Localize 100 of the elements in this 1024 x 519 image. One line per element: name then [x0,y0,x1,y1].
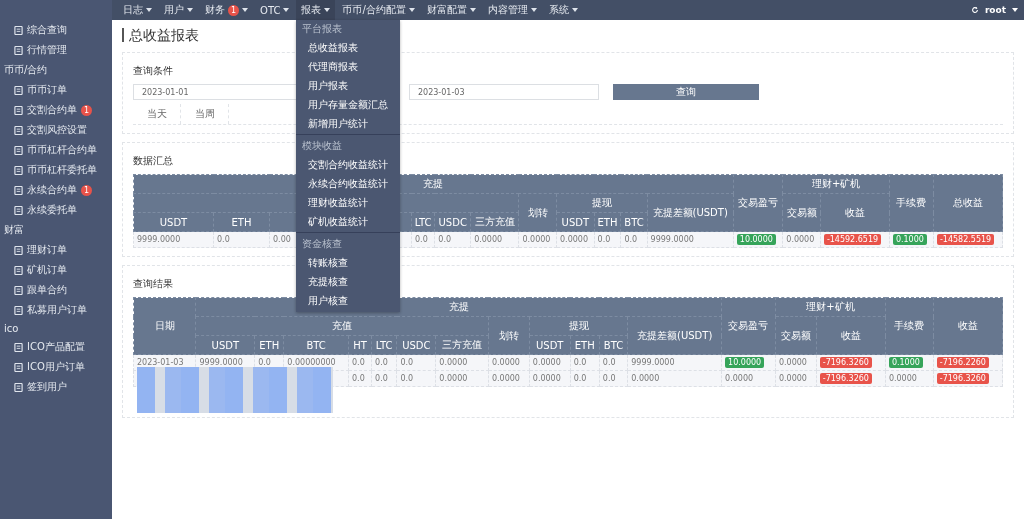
menu-item[interactable]: 理财收益统计 [308,197,369,208]
document-icon [14,245,23,255]
column-header: USDT [159,216,188,228]
sidebar-item[interactable]: 综合查询 [27,23,67,37]
caret-icon [187,8,193,12]
sidebar-item[interactable]: 跟单合约 [27,283,67,297]
column-header: USDC [402,339,431,351]
table-cell: 0.0000 [631,374,660,383]
caret-icon [530,8,537,12]
sidebar-item[interactable]: 交割合约单 [27,103,77,117]
sidebar-section-title: 财富 [3,223,25,237]
count-badge: 1 [81,184,93,196]
table-cell: 0.0000 [491,374,520,383]
sidebar-item[interactable]: 永续委托单 [27,203,77,217]
sidebar-item[interactable]: 私募用户订单 [27,303,87,317]
table-cell: 9999.0000 [137,235,181,244]
sidebar-item[interactable]: 矿机订单 [27,263,67,277]
sidebar-item[interactable]: 理财订单 [27,243,67,257]
document-icon [14,85,23,95]
nav-menu-item[interactable]: 日志 [118,0,157,20]
menu-section-title: 模块收益 [302,140,343,151]
period-tab[interactable]: 当天 [133,104,181,124]
sidebar-item[interactable]: 币币订单 [27,83,67,97]
document-icon [14,185,23,195]
menu-item[interactable]: 用户核查 [308,295,349,306]
column-header: 充值 [332,320,353,331]
table-cell: 0.0 [217,235,230,244]
document-icon [14,305,23,315]
sidebar-item[interactable]: 行情管理 [27,43,67,57]
value-badge: 0.1000 [892,234,927,245]
search-button[interactable]: 查询 [613,84,759,100]
nav-menu-item[interactable]: OTC [255,0,295,20]
nav-menu-item[interactable]: 报表 [296,0,336,20]
value-badge: 10.0000 [725,357,765,368]
value-badge: -14592.6519 [823,234,882,245]
sidebar-item[interactable]: 币币杠杆合约单 [27,143,97,157]
nav-menu-item[interactable]: 系统 [543,0,583,20]
document-icon [14,362,23,372]
column-header: 划转 [498,329,519,341]
period-tab[interactable]: 当周 [181,104,229,124]
caret-icon [1012,8,1018,12]
column-header: BTC [306,339,326,351]
sidebar-item[interactable]: 签到用户 [27,380,67,394]
document-icon [14,205,23,215]
menu-item[interactable]: 永续合约收益统计 [308,178,389,189]
menu-section-title: 资金核查 [302,238,343,249]
column-header: 收益 [840,329,861,341]
document-icon [14,265,23,275]
column-header: 提现 [568,320,589,331]
menu-item[interactable]: 用户存量金额汇总 [308,99,389,110]
column-header: ETH [259,339,280,351]
table-cell: 0.0 [438,235,452,244]
nav-menu-item[interactable]: 财富配置 [421,0,481,20]
sidebar-section-title: 币币/合约 [3,63,49,77]
nav-menu-item[interactable]: 财务 1 [200,0,254,20]
table-cell: 9999.0000 [631,358,675,367]
nav-menu-item[interactable]: 用户 [159,0,198,20]
column-header: 充提 [448,301,469,312]
sidebar-item[interactable]: ICO用户订单 [27,360,85,374]
table-cell: 0.0 [352,374,365,383]
document-icon [14,342,23,352]
column-header: USDT [211,339,240,351]
menu-item[interactable]: 交割合约收益统计 [308,159,389,170]
menu-item[interactable]: 矿机收益统计 [308,216,369,227]
column-header: USDT [536,339,564,351]
menu-item[interactable]: 总收益报表 [308,42,359,53]
end-date-field[interactable]: 2023-01-03 [409,84,599,100]
caret-icon [469,8,476,12]
table-cell: 0.0000 [778,358,807,367]
value-badge: -14582.5519 [936,234,995,245]
document-icon [14,145,23,155]
menu-item[interactable]: 转账核查 [308,257,349,268]
menu-item[interactable]: 新增用户统计 [308,118,369,129]
table-cell: 9999.0000 [650,235,694,244]
column-header: 总收益 [952,197,983,208]
column-header: 提现 [591,197,612,208]
sidebar-item[interactable]: ICO产品配置 [27,340,85,354]
column-header: 收益 [957,320,978,331]
user-menu[interactable]: root [984,5,1006,15]
table-cell: 0.0 [602,374,616,383]
sidebar-item[interactable]: 永续合约单 [27,183,77,197]
caret-icon [324,8,331,12]
column-header: 理财+矿机 [811,178,861,189]
column-header: 手续费 [894,320,925,331]
table-cell: 0.00000000 [287,358,336,367]
card-title: 查询结果 [133,278,173,289]
menu-item[interactable]: 充提核查 [308,276,349,287]
column-header: BTC [624,216,644,228]
column-header: 交易额 [786,206,817,218]
column-header: 划转 [527,206,548,218]
table-cell: 0.0 [602,358,616,367]
sidebar-item[interactable]: 交割风控设置 [27,123,87,137]
caret-icon [571,8,578,12]
count-badge: 1 [81,104,93,116]
nav-menu-item[interactable]: 币币/合约配置 [337,0,420,20]
sidebar-item[interactable]: 币币杠杆委托单 [27,163,97,177]
card-title: 查询条件 [133,65,173,76]
refresh-icon[interactable] [970,6,979,14]
nav-menu-item[interactable]: 内容管理 [482,0,542,20]
menu-item[interactable]: 代理商报表 [308,61,359,72]
